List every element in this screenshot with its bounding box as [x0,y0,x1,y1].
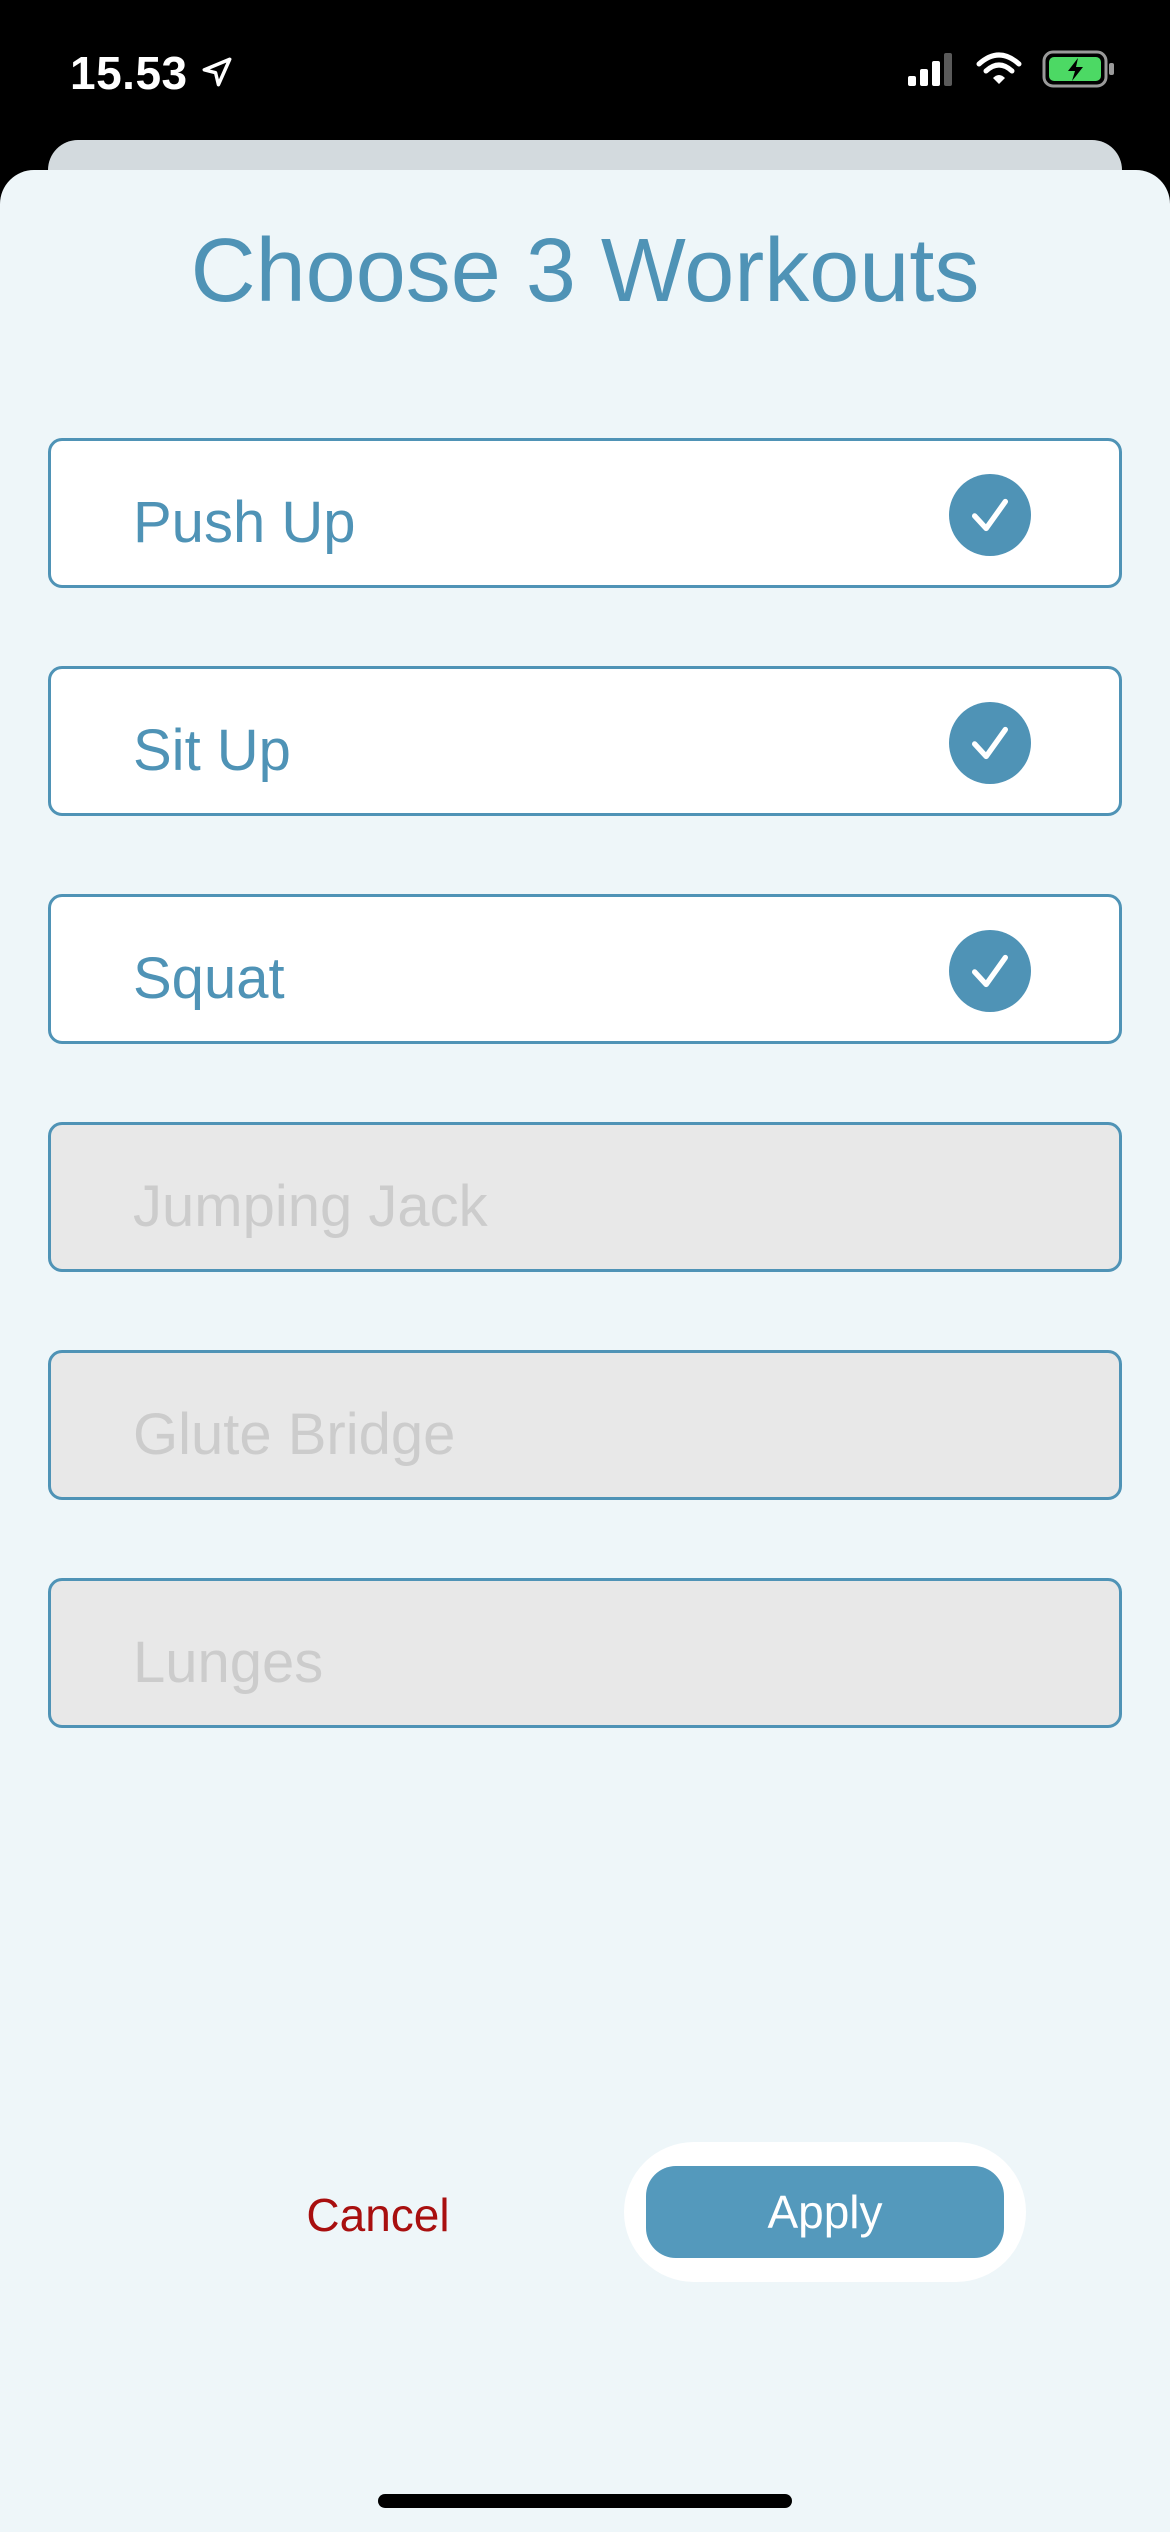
workout-list: Push Up Sit Up Squat Jumping Jack Glute … [48,438,1122,1806]
workout-label: Jumping Jack [133,1174,488,1239]
checkmark-icon [949,702,1031,784]
workout-label: Glute Bridge [133,1402,456,1467]
home-indicator[interactable] [378,2494,792,2508]
sheet-title: Choose 3 Workouts [190,221,980,321]
status-icons [908,50,1116,93]
battery-charging-icon [1042,50,1116,93]
workout-item-jumping-jack: Jumping Jack [48,1122,1122,1272]
workout-label: Squat [133,946,285,1011]
checkmark-icon [949,930,1031,1012]
cancel-button[interactable]: Cancel [258,2170,498,2260]
status-time: 15.53 [70,47,188,99]
workout-item-push-up[interactable]: Push Up [48,438,1122,588]
workout-picker-sheet: Choose 3 Workouts Push Up Sit Up Squat J… [0,170,1170,2532]
checkmark-icon [949,474,1031,556]
workout-item-lunges: Lunges [48,1578,1122,1728]
location-arrow-icon [200,46,234,100]
status-time-group: 15.53 [70,46,234,100]
workout-label: Push Up [133,490,356,555]
cellular-signal-icon [908,52,956,91]
screen: 15.53 Choose 3 Workouts Push Up Sit Up S… [0,0,1170,2532]
status-bar: 15.53 [0,0,1170,150]
wifi-icon [976,52,1022,91]
apply-button[interactable]: Apply [646,2166,1004,2258]
workout-label: Sit Up [133,718,291,783]
workout-item-sit-up[interactable]: Sit Up [48,666,1122,816]
workout-label: Lunges [133,1630,324,1695]
workout-item-squat[interactable]: Squat [48,894,1122,1044]
workout-item-glute-bridge: Glute Bridge [48,1350,1122,1500]
